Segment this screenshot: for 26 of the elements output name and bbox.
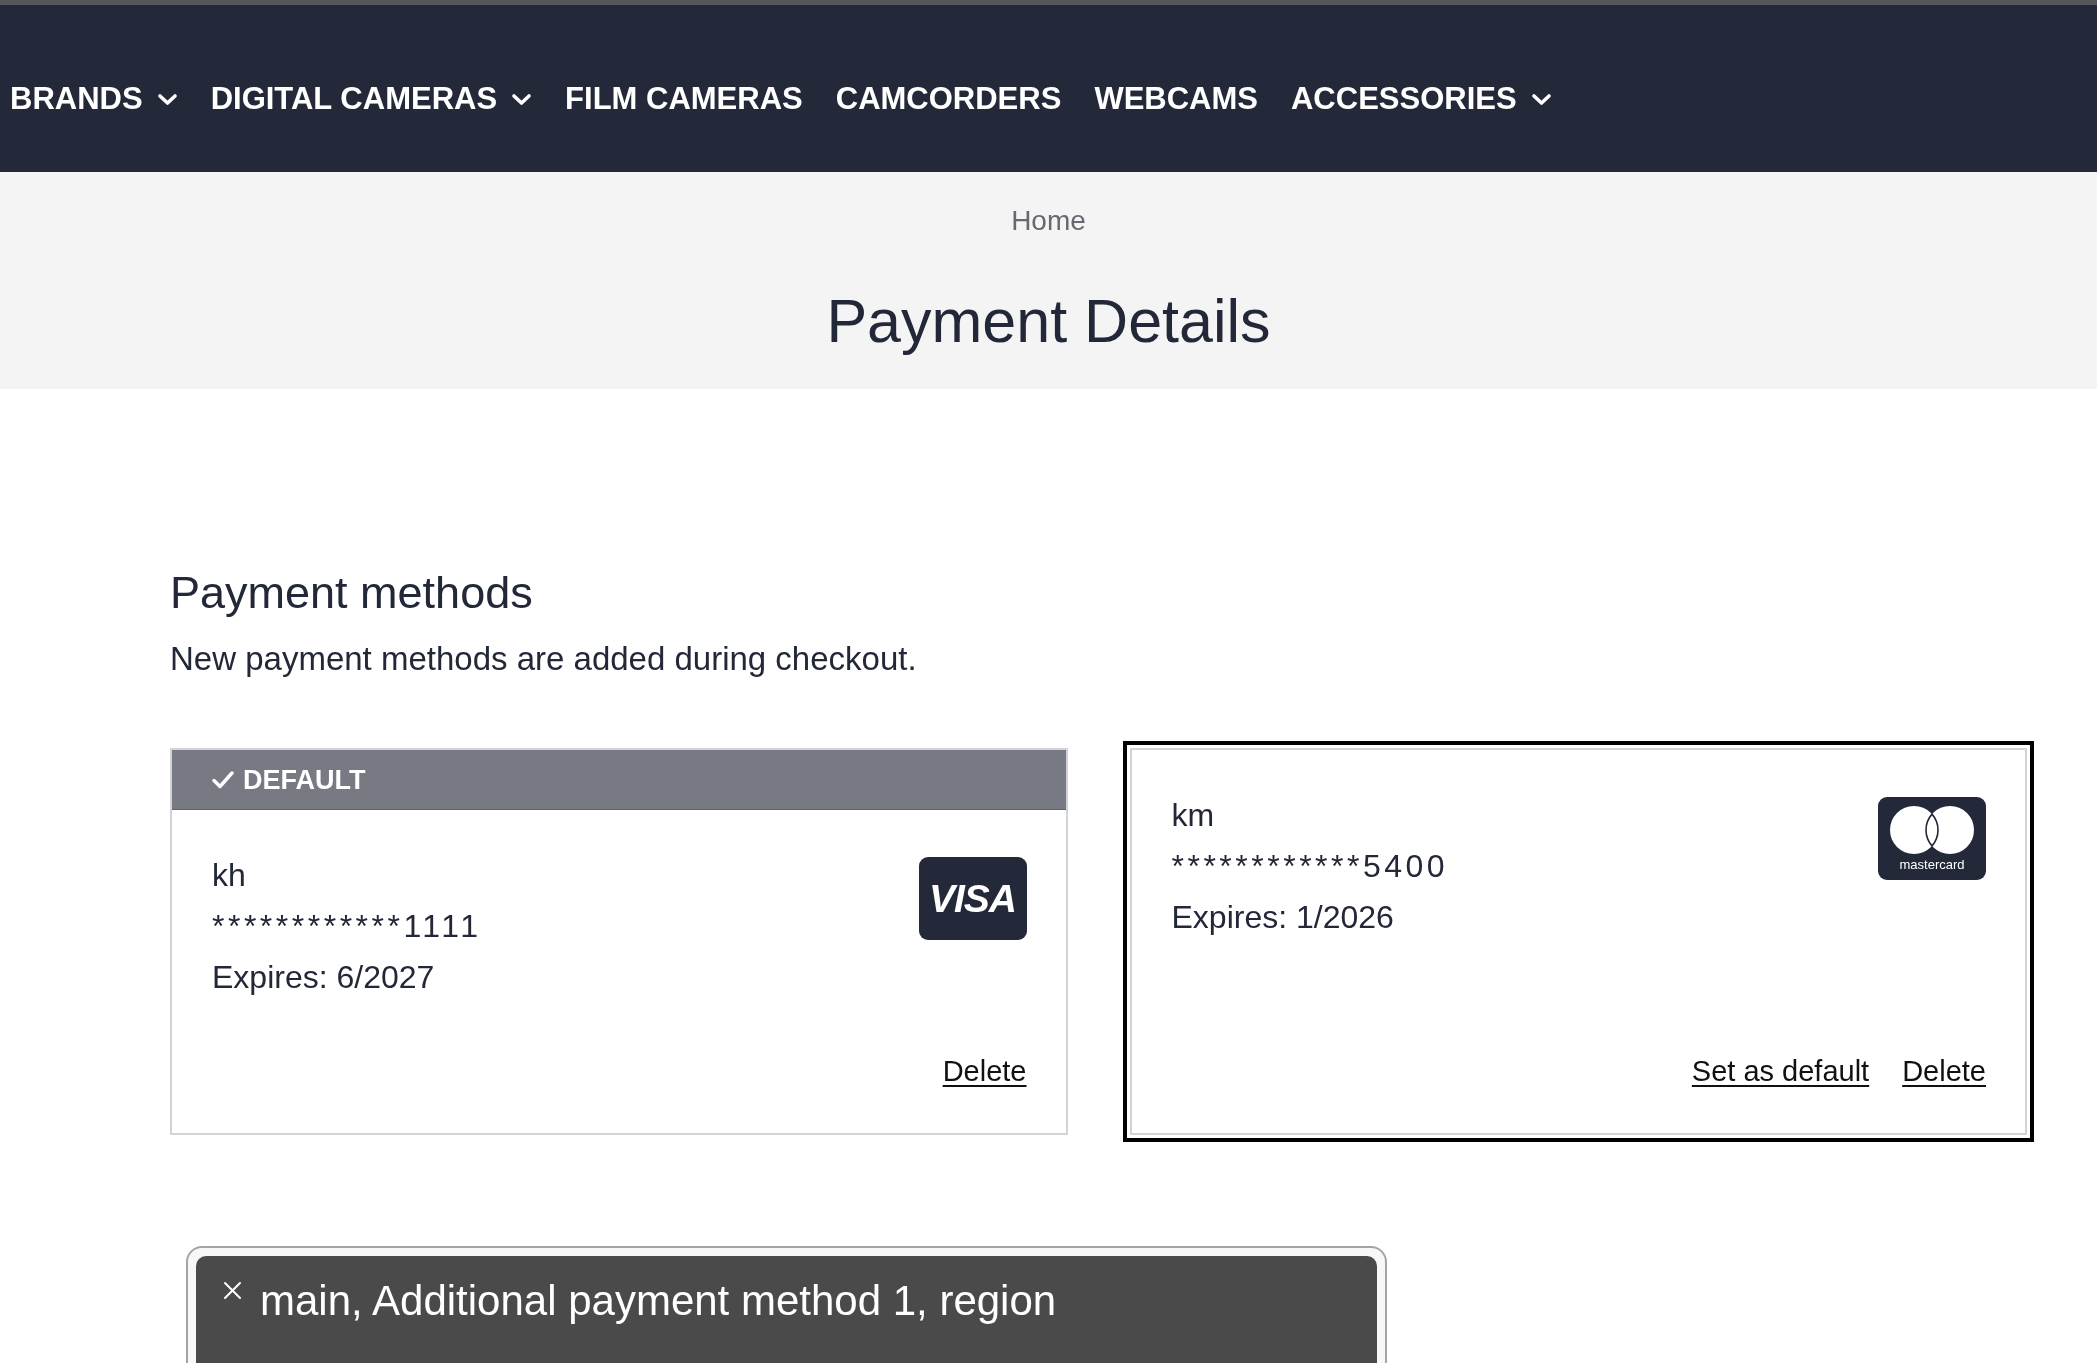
card-action-link[interactable]: Delete xyxy=(942,1051,1027,1091)
default-label: DEFAULT xyxy=(243,763,366,796)
nav-link[interactable]: FILM CAMERAS xyxy=(565,79,803,119)
nav-link[interactable]: ACCESSORIES xyxy=(1291,79,1552,119)
brand-name: mastercard xyxy=(1899,857,1965,873)
section-heading: Payment methods xyxy=(170,566,534,620)
card-number: ************1111 xyxy=(212,907,482,946)
nav-link[interactable]: DIGITAL CAMERAS xyxy=(210,79,533,119)
close-icon[interactable] xyxy=(223,1281,242,1300)
nav-link[interactable]: BRANDS xyxy=(10,79,178,119)
card-expiry: Expires: 6/2027 xyxy=(212,958,436,997)
overlapping-circles-icon xyxy=(1890,806,1974,854)
breadcrumb-link[interactable]: Home xyxy=(1011,203,1086,239)
caption-text: main, Additional payment method 1, region xyxy=(260,1276,1057,1326)
card-number: ************5400 xyxy=(1171,847,1449,886)
check-icon xyxy=(212,770,234,789)
cardholder-name: kh xyxy=(212,856,247,895)
card-action-link[interactable]: Delete xyxy=(1902,1051,1986,1091)
nav-link[interactable]: WEBCAMS xyxy=(1094,79,1258,119)
card-action-link[interactable]: Set as default xyxy=(1691,1051,1870,1091)
card-expiry: Expires: 1/2026 xyxy=(1171,898,1395,937)
section-description: New payment methods are added during checkout. xyxy=(170,639,918,679)
card-brand-logo: VISA xyxy=(918,857,1027,940)
nav-link[interactable]: CAMCORDERS xyxy=(835,79,1062,119)
cardholder-name: km xyxy=(1171,796,1216,835)
page-title: Payment Details xyxy=(826,286,1271,357)
